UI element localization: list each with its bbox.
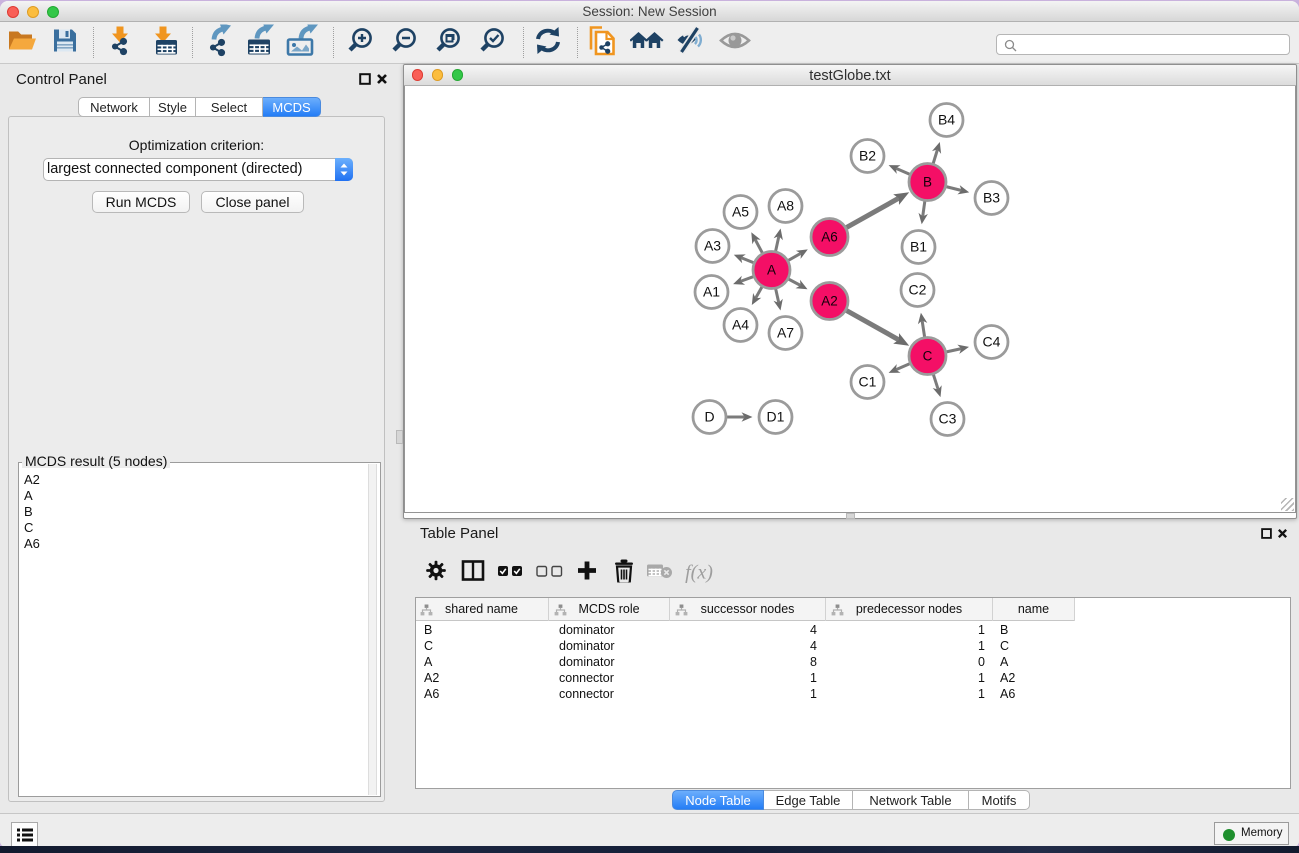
- svg-text:C3: C3: [939, 411, 957, 427]
- svg-text:B2: B2: [859, 148, 876, 164]
- svg-text:D1: D1: [767, 409, 785, 425]
- svg-text:D: D: [704, 409, 714, 425]
- svg-text:B4: B4: [938, 112, 955, 128]
- svg-text:C2: C2: [909, 282, 927, 298]
- svg-text:A4: A4: [732, 317, 749, 333]
- svg-text:A3: A3: [704, 238, 721, 254]
- svg-text:A2: A2: [821, 294, 838, 309]
- svg-text:A7: A7: [777, 325, 794, 341]
- svg-text:C1: C1: [859, 374, 877, 390]
- svg-text:B3: B3: [983, 190, 1000, 206]
- svg-text:A5: A5: [732, 204, 749, 220]
- svg-text:B: B: [923, 175, 932, 190]
- svg-text:A6: A6: [821, 230, 838, 245]
- svg-text:A8: A8: [777, 198, 794, 214]
- svg-text:A1: A1: [703, 284, 720, 300]
- svg-text:B1: B1: [910, 239, 927, 255]
- svg-text:A: A: [767, 263, 776, 278]
- svg-text:C4: C4: [983, 334, 1001, 350]
- svg-text:C: C: [923, 349, 933, 364]
